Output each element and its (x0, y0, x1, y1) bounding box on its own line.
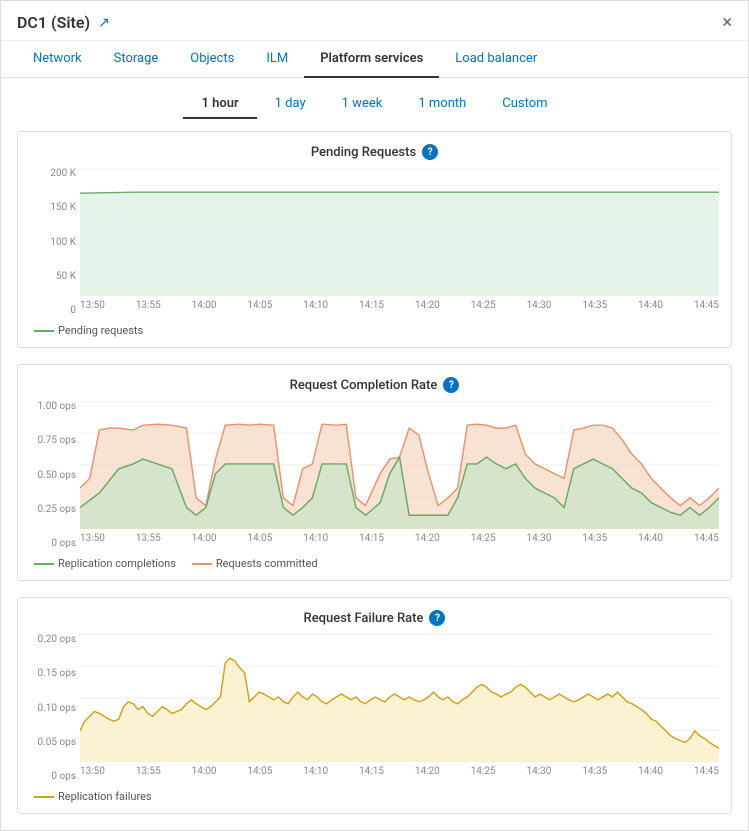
failure-rate-chart: 0.20 ops 0.15 ops 0.10 ops 0.05 ops 0 op… (30, 634, 719, 784)
external-link-icon[interactable]: ↗ (98, 15, 110, 31)
close-icon[interactable]: × (722, 14, 732, 32)
charts-area: Pending Requests ? 200 K 150 K 100 K 50 … (1, 131, 748, 830)
time-btn-custom[interactable]: Custom (484, 90, 565, 119)
failure-rate-title: Request Failure Rate ? (30, 610, 719, 626)
title-bar-left: DC1 (Site) ↗ (17, 13, 110, 32)
time-btn-1day[interactable]: 1 day (257, 90, 324, 119)
failure-rate-legend: Replication failures (30, 784, 719, 805)
replication-completions-label: Replication completions (58, 557, 176, 570)
completion-rate-svg-area (80, 401, 719, 533)
failure-rate-x-labels: 13:50 13:55 14:00 14:05 14:10 14:15 14:2… (80, 766, 719, 784)
time-btn-1month[interactable]: 1 month (400, 90, 484, 119)
tab-platform-services[interactable]: Platform services (304, 41, 439, 78)
replication-failures-legend-line (34, 796, 54, 798)
pending-requests-help-icon[interactable]: ? (422, 144, 438, 160)
tab-load-balancer[interactable]: Load balancer (439, 41, 553, 78)
completion-rate-x-labels: 13:50 13:55 14:00 14:05 14:10 14:15 14:2… (80, 533, 719, 551)
pending-requests-y-labels: 200 K 150 K 100 K 50 K 0 (30, 168, 80, 318)
window-title: DC1 (Site) (17, 13, 90, 32)
main-window: DC1 (Site) ↗ × Network Storage Objects I… (0, 0, 749, 831)
title-bar: DC1 (Site) ↗ × (1, 1, 748, 41)
pending-requests-legend: Pending requests (30, 318, 719, 339)
completion-rate-help-icon[interactable]: ? (443, 377, 459, 393)
pending-requests-svg-area (80, 168, 719, 300)
pending-requests-x-labels: 13:50 13:55 14:00 14:05 14:10 14:15 14:2… (80, 300, 719, 318)
tab-storage[interactable]: Storage (98, 41, 175, 78)
time-btn-1week[interactable]: 1 week (324, 90, 401, 119)
failure-rate-help-icon[interactable]: ? (429, 610, 445, 626)
tab-network[interactable]: Network (17, 41, 98, 78)
nav-tabs: Network Storage Objects ILM Platform ser… (1, 41, 748, 78)
replication-completions-legend-line (34, 563, 54, 565)
pending-requests-legend-label: Pending requests (58, 324, 143, 337)
replication-failures-label: Replication failures (58, 790, 152, 803)
pending-requests-title: Pending Requests ? (30, 144, 719, 160)
completion-rate-chart: 1.00 ops 0.75 ops 0.50 ops 0.25 ops 0 op… (30, 401, 719, 551)
completion-rate-legend: Replication completions Requests committ… (30, 551, 719, 572)
failure-rate-svg-area (80, 634, 719, 766)
completion-rate-y-labels: 1.00 ops 0.75 ops 0.50 ops 0.25 ops 0 op… (30, 401, 80, 551)
pending-requests-card: Pending Requests ? 200 K 150 K 100 K 50 … (17, 131, 732, 348)
time-range-bar: 1 hour 1 day 1 week 1 month Custom (1, 78, 748, 131)
completion-rate-title: Request Completion Rate ? (30, 377, 719, 393)
requests-committed-label: Requests committed (216, 557, 318, 570)
time-btn-1hour[interactable]: 1 hour (183, 90, 256, 119)
failure-rate-y-labels: 0.20 ops 0.15 ops 0.10 ops 0.05 ops 0 op… (30, 634, 80, 784)
tab-ilm[interactable]: ILM (250, 41, 304, 78)
tab-objects[interactable]: Objects (174, 41, 250, 78)
failure-rate-card: Request Failure Rate ? 0.20 ops 0.15 ops… (17, 597, 732, 814)
pending-requests-legend-line (34, 330, 54, 332)
completion-rate-card: Request Completion Rate ? 1.00 ops 0.75 … (17, 364, 732, 581)
pending-requests-chart: 200 K 150 K 100 K 50 K 0 (30, 168, 719, 318)
requests-committed-legend-line (192, 563, 212, 565)
